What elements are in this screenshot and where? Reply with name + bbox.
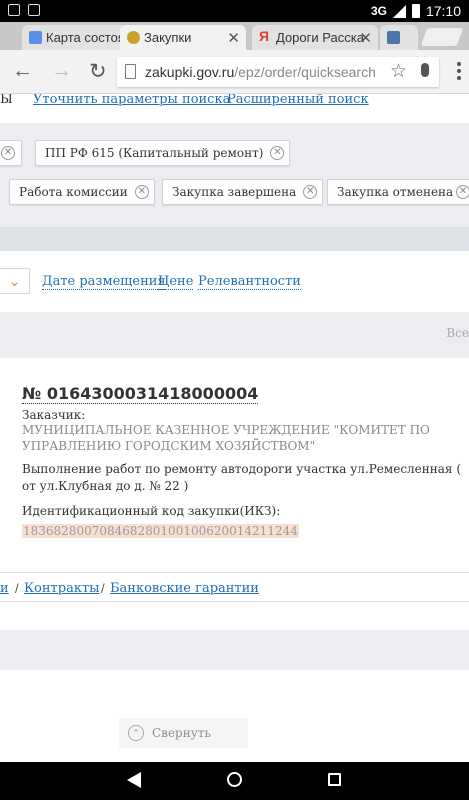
remove-chip-icon[interactable]: ✕ — [270, 146, 285, 160]
filter-chip-capital-repair[interactable]: ПП РФ 615 (Капитальный ремонт) ✕ — [35, 140, 291, 166]
collapse-label: Свернуть — [152, 726, 211, 740]
tab-title: Закупки — [144, 30, 192, 45]
back-triangle-icon[interactable] — [127, 772, 141, 788]
customer-label: Заказчик: — [22, 408, 86, 422]
vk-favicon-icon — [387, 31, 400, 44]
new-tab-button[interactable] — [420, 28, 464, 46]
purchase-section-tabs: и / Контракты / Банковские гарантии — [0, 572, 469, 602]
filter-chip-commission[interactable]: Работа комиссии ✕ — [9, 179, 155, 205]
menu-dots-icon[interactable] — [457, 62, 461, 83]
url-path: /epz/order/quicksearch — [234, 64, 376, 80]
recents-square-icon[interactable] — [328, 773, 341, 786]
network-type: 3G — [370, 4, 387, 18]
purchase-number-link[interactable]: № 0164300031418000004 — [22, 384, 259, 404]
filter-chips-area: ✕ ПП РФ 615 (Капитальный ремонт) ✕ Работ… — [0, 123, 469, 227]
filter-chip-cut[interactable]: ✕ — [0, 140, 22, 166]
refine-search-link[interactable]: Уточнить параметры поиска — [33, 94, 230, 107]
collapse-button[interactable]: ⌃ Свернуть — [119, 718, 248, 748]
footer-band — [0, 630, 469, 670]
cut-off-text: Ы — [0, 94, 13, 107]
browser-tab-roads[interactable]: Я Дороги Расска ✕ — [252, 25, 378, 50]
emblem-favicon-icon — [127, 31, 140, 44]
close-tab-icon[interactable]: ✕ — [227, 29, 240, 47]
customer-name[interactable]: МУНИЦИПАЛЬНОЕ КАЗЕННОЕ УЧРЕЖДЕНИЕ "КОМИТ… — [22, 422, 442, 454]
reload-icon[interactable]: ↻ — [89, 59, 107, 84]
download-notification-icon — [28, 4, 40, 16]
divider-band — [0, 227, 469, 251]
system-nav-bar — [0, 762, 469, 800]
url-field[interactable]: zakupki.gov.ru/epz/order/quicksearch ☆ — [117, 57, 439, 87]
bookmark-star-icon[interactable]: ☆ — [390, 60, 407, 83]
sort-by-price-link[interactable]: Цене — [158, 274, 194, 290]
sort-row: ⌄ Дате размещения Цене Релевантности — [0, 264, 469, 300]
close-tab-icon[interactable]: ✕ — [359, 29, 372, 47]
browser-tab-map[interactable]: Карта состоян — [22, 25, 126, 50]
microphone-icon[interactable] — [421, 63, 429, 77]
forward-arrow-icon[interactable]: → — [51, 59, 72, 83]
remove-chip-icon[interactable]: ✕ — [456, 185, 469, 199]
contracts-tab-link[interactable]: Контракты — [24, 581, 99, 596]
bank-guarantees-tab-link[interactable]: Банковские гарантии — [110, 581, 259, 596]
search-links-row: Ы Уточнить параметры поиска Расширенный … — [0, 94, 469, 108]
sort-by-relevance-link[interactable]: Релевантности — [198, 274, 301, 290]
sort-by-date-link[interactable]: Дате размещения — [42, 274, 166, 290]
purchase-card: № 0164300031418000004 Заказчик: МУНИЦИПА… — [0, 376, 469, 572]
remove-chip-icon[interactable]: ✕ — [303, 185, 318, 199]
url-domain: zakupki.gov.ru — [145, 64, 235, 80]
back-arrow-icon[interactable]: ← — [12, 59, 33, 83]
results-count-text: Все — [446, 326, 469, 340]
status-bar: 3G 17:10 — [0, 0, 469, 22]
results-bar: Все — [0, 312, 469, 358]
clock: 17:10 — [425, 3, 461, 19]
purchase-description: Выполнение работ по ремонту автодороги у… — [22, 462, 461, 493]
chevron-up-icon: ⌃ — [128, 725, 144, 741]
battery-icon — [411, 4, 420, 18]
browser-tab-zakupki[interactable]: Закупки ✕ — [120, 25, 246, 50]
remove-chip-icon[interactable]: ✕ — [134, 185, 149, 199]
yandex-favicon-icon: Я — [259, 28, 270, 44]
ikz-label: Идентификационный код закупки(ИКЗ): — [22, 504, 281, 518]
home-circle-icon[interactable] — [227, 772, 242, 787]
section-tab-cut[interactable]: и — [0, 581, 9, 596]
ikz-value: 183682800708468280100100620014211244 — [22, 524, 299, 538]
browser-tab-strip: Карта состоян Закупки ✕ Я Дороги Расска … — [0, 22, 469, 50]
filter-chip-completed[interactable]: Закупка завершена ✕ — [162, 179, 324, 205]
filter-chip-cancelled[interactable]: Закупка отменена ✕ — [327, 179, 469, 205]
page-info-icon[interactable] — [125, 64, 136, 79]
remove-chip-icon[interactable]: ✕ — [1, 146, 15, 160]
page-content: Ы Уточнить параметры поиска Расширенный … — [0, 94, 469, 762]
chevron-down-icon: ⌄ — [8, 273, 21, 289]
sort-order-dropdown[interactable]: ⌄ — [0, 268, 30, 294]
image-notification-icon — [8, 4, 20, 16]
tab-title: Карта состоян — [46, 30, 126, 45]
map-favicon-icon — [29, 31, 42, 44]
signal-icon — [392, 4, 406, 18]
browser-tab-vk[interactable] — [380, 25, 418, 50]
tab-title: Дороги Расска — [276, 30, 364, 45]
advanced-search-link[interactable]: Расширенный поиск — [227, 94, 369, 107]
omnibox-bar: ← → ↻ zakupki.gov.ru/epz/order/quicksear… — [0, 50, 469, 94]
